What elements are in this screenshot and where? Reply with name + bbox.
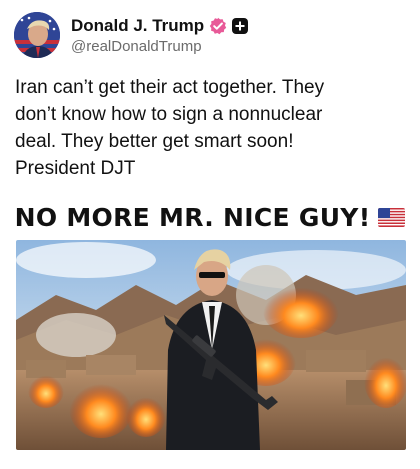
display-name[interactable]: Donald J. Trump xyxy=(71,16,204,36)
image-headline: NO MORE MR. NICE GUY! xyxy=(14,203,371,232)
post-image[interactable] xyxy=(16,240,406,450)
author-block: Donald J. Trump @realDonaldTrump xyxy=(71,16,249,55)
post-header: Donald J. Trump @realDonaldTrump xyxy=(14,12,249,58)
image-headline-row: NO MORE MR. NICE GUY! xyxy=(0,203,420,232)
avatar[interactable] xyxy=(14,12,60,58)
us-flag-icon xyxy=(378,208,406,227)
plus-badge-icon xyxy=(232,17,249,34)
verified-badge-icon xyxy=(209,17,227,35)
user-handle[interactable]: @realDonaldTrump xyxy=(71,38,248,55)
name-row: Donald J. Trump xyxy=(71,16,249,36)
post-text: Iran can’t get their act together. They … xyxy=(15,77,325,179)
